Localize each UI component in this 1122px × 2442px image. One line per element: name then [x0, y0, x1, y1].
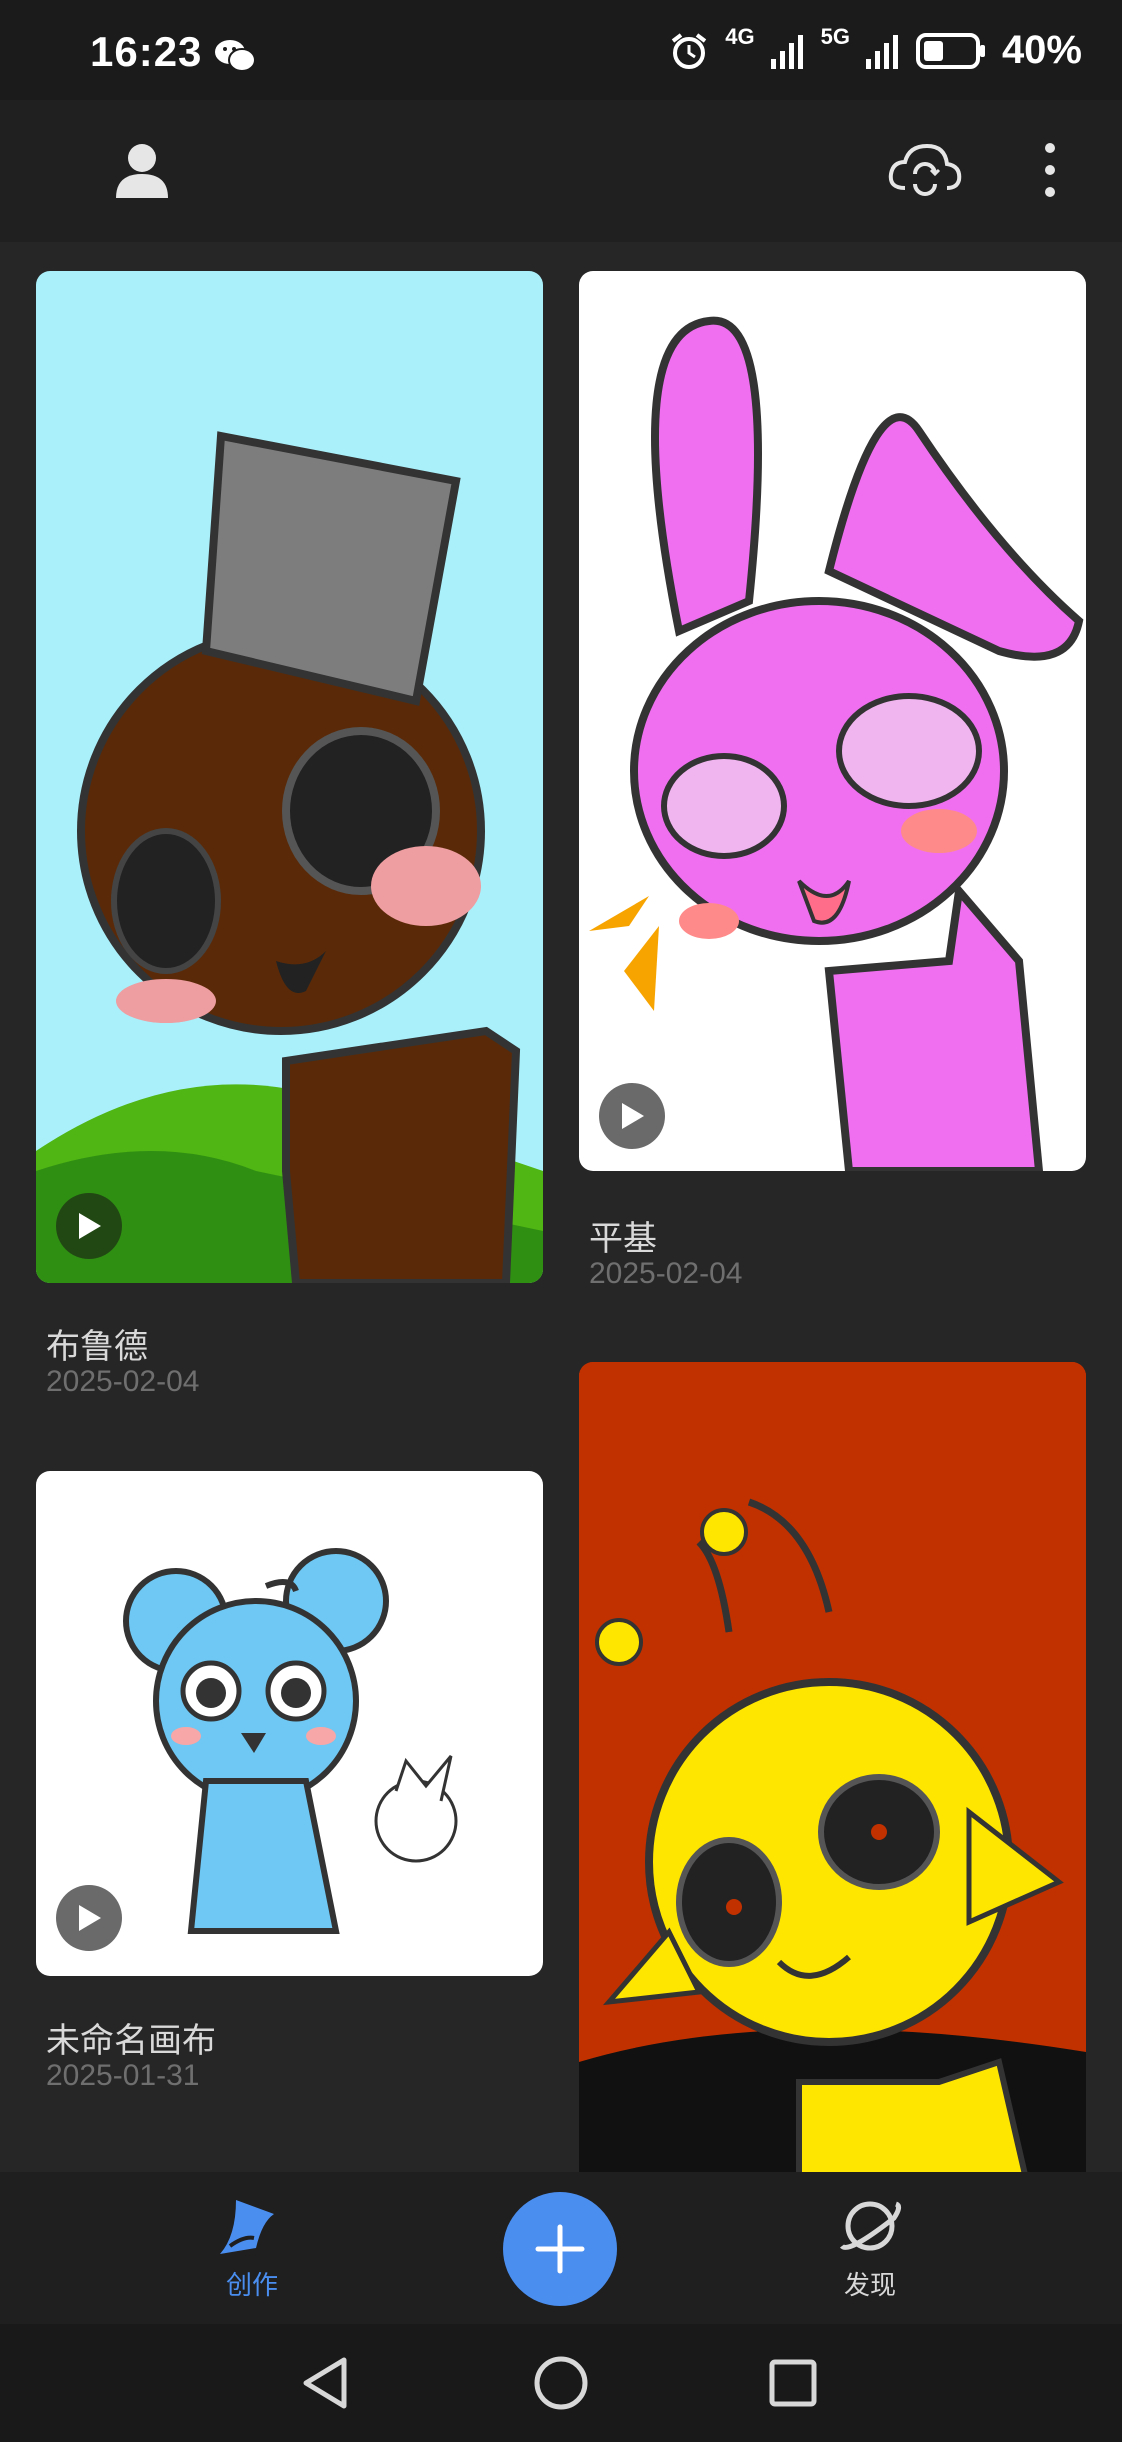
play-icon [622, 1103, 644, 1129]
play-icon [79, 1213, 101, 1239]
back-triangle-icon [303, 2357, 347, 2409]
artwork-thumbnail[interactable] [579, 1362, 1086, 2172]
artwork-title: 平基 [589, 1220, 657, 1258]
wechat-icon [215, 40, 256, 72]
battery-icon [915, 32, 985, 69]
nav-discover-label: 发现 [843, 2270, 896, 2300]
artwork-card[interactable]: 未命名画布 2025-01-31 [36, 1471, 543, 2111]
user-icon [116, 144, 168, 198]
nav-create[interactable]: 创作 [172, 2196, 332, 2302]
artwork-image [589, 316, 1084, 1171]
play-icon [79, 1905, 101, 1931]
cloud-sync-icon [888, 143, 962, 196]
alarm-icon [672, 32, 707, 69]
nav-discover[interactable]: 发现 [790, 2196, 950, 2302]
status-time: 16:23 [90, 28, 203, 75]
battery-percent: 40% [1001, 28, 1082, 72]
status-bar: 16:23 4G 5G 40% [0, 0, 1122, 100]
home-button[interactable] [526, 2348, 596, 2418]
more-vertical-icon [1045, 143, 1055, 197]
nav-create-label: 创作 [225, 2270, 278, 2300]
artwork-date: 2025-01-31 [46, 2059, 200, 2092]
app-toolbar [0, 100, 1122, 242]
plus-icon [535, 2224, 585, 2274]
system-nav-bar [0, 2324, 1122, 2442]
create-pen-icon [220, 2200, 274, 2254]
artwork-card[interactable]: 布鲁德 2025-02-04 [36, 271, 543, 1401]
play-button[interactable] [56, 1885, 122, 1951]
recents-button[interactable] [758, 2348, 828, 2418]
artwork-card[interactable] [579, 1362, 1086, 2172]
signal-icon [865, 34, 898, 69]
profile-button[interactable] [102, 130, 182, 210]
back-button[interactable] [290, 2348, 360, 2418]
artwork-date: 2025-02-04 [46, 1365, 200, 1398]
artwork-thumbnail[interactable] [36, 1471, 543, 1976]
cloud-sync-button[interactable] [880, 130, 970, 210]
network-4g-label: 4G [725, 23, 755, 49]
artwork-image [36, 431, 543, 1283]
recents-square-icon [769, 2359, 817, 2407]
artwork-grid: 布鲁德 2025-02-04 平基 2025-02-04 未命名画布 2025-… [0, 242, 1122, 2172]
home-circle-icon [534, 2356, 588, 2410]
artwork-title: 布鲁德 [46, 1328, 148, 1366]
artwork-thumbnail[interactable] [36, 271, 543, 1283]
play-button[interactable] [599, 1083, 665, 1149]
signal-icon [770, 34, 803, 69]
network-5g-label: 5G [820, 23, 850, 49]
play-button[interactable] [56, 1193, 122, 1259]
artwork-title: 未命名画布 [46, 2022, 216, 2060]
planet-icon [840, 2201, 902, 2251]
more-menu-button[interactable] [1030, 130, 1070, 210]
artwork-thumbnail[interactable] [579, 271, 1086, 1171]
add-canvas-button[interactable] [503, 2192, 617, 2306]
artwork-card[interactable]: 平基 2025-02-04 [579, 271, 1086, 1301]
artwork-image [579, 1362, 1086, 2172]
artwork-date: 2025-02-04 [589, 1257, 743, 1290]
